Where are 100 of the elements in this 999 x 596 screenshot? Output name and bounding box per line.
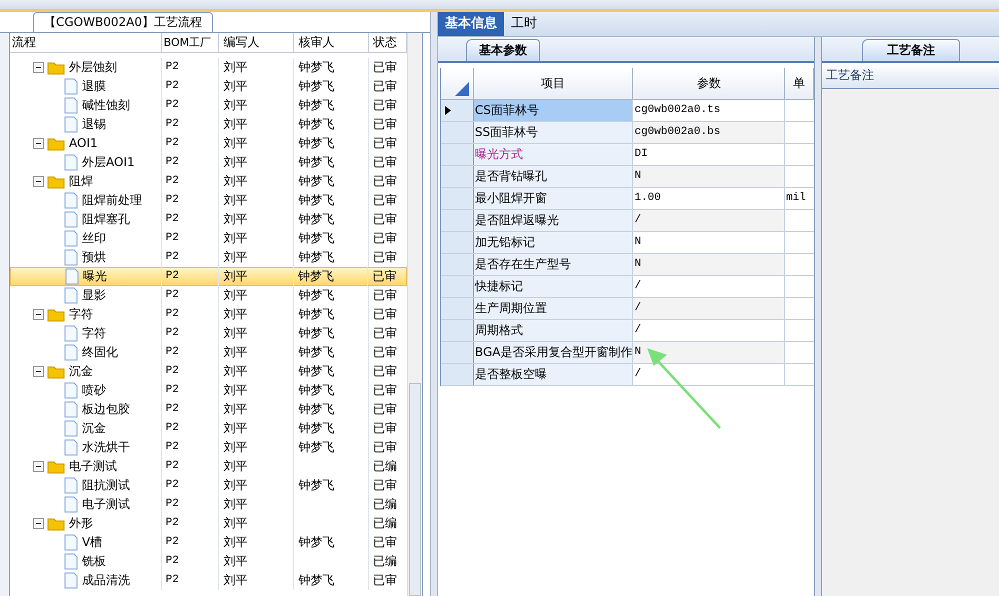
tree-row[interactable]: 电子测试 P2 刘平 已编	[10, 495, 407, 514]
table-cell: P2	[162, 305, 220, 324]
table-cell[interactable]: cg0wb002a0.ts	[633, 100, 786, 121]
table-cell-text: 已审	[372, 97, 398, 114]
table-cell: 刘平	[219, 210, 294, 229]
table-cell[interactable]: /	[633, 298, 786, 319]
table-cell: 刘平	[219, 172, 294, 191]
step-name: 阻焊前处理	[82, 192, 142, 209]
row-header[interactable]	[441, 100, 474, 121]
table-cell: 钟梦飞	[298, 98, 334, 112]
collapse-icon[interactable]	[33, 366, 44, 377]
step-name: 预烘	[82, 249, 106, 266]
tree-row[interactable]: 水洗烘干 P2 刘平 钟梦飞 已审	[10, 438, 407, 457]
collapse-icon[interactable]	[33, 461, 44, 472]
step-name: 成品清洗	[82, 572, 130, 589]
tree-row[interactable]: 铣板 P2 刘平 已编	[10, 552, 407, 571]
column-header[interactable]: 核审人	[294, 33, 370, 52]
tree-row[interactable]: 阻焊前处理 P2 刘平 钟梦飞 已审	[10, 191, 407, 210]
table-cell[interactable]: /	[633, 320, 786, 341]
table-cell-text: 已编	[372, 496, 398, 513]
tree-row[interactable]: 退膜 P2 刘平 钟梦飞 已审	[10, 77, 407, 96]
splitter[interactable]	[814, 37, 822, 596]
tree-row[interactable]: 字符 P2 刘平 钟梦飞 已审	[10, 305, 407, 324]
tab[interactable]: 工时	[504, 12, 544, 36]
column-header[interactable]: 参数	[633, 68, 786, 99]
table-cell: 刘平	[219, 191, 294, 210]
table-cell: 钟梦飞	[298, 288, 334, 302]
table-cell: 钟梦飞	[298, 440, 334, 454]
table-cell[interactable]: /	[633, 276, 786, 297]
tree-row[interactable]: 电子测试 P2 刘平 已编	[10, 457, 407, 476]
table-cell[interactable]: DI	[633, 144, 786, 165]
tree-row[interactable]: 碱性蚀刻 P2 刘平 钟梦飞 已审	[10, 96, 407, 115]
tree-row[interactable]: 显影 P2 刘平 钟梦飞 已审	[10, 286, 407, 305]
table-cell-text: 已编	[372, 515, 398, 532]
table-cell-text: 已审	[372, 116, 398, 133]
step-name: 板边包胶	[82, 401, 130, 418]
column-header[interactable]: 流程	[10, 33, 162, 52]
table-cell[interactable]: N	[633, 254, 786, 275]
document-icon	[64, 439, 78, 456]
table-cell: 刘平	[219, 305, 294, 324]
collapse-icon[interactable]	[33, 62, 44, 73]
collapse-icon[interactable]	[33, 518, 44, 529]
panel-tab[interactable]: 【CGOWB002A0】工艺流程	[33, 12, 213, 32]
table-cell[interactable]: /	[633, 210, 786, 231]
table-cell: 最小阻焊开窗	[474, 188, 634, 209]
table-cell[interactable]: 1.00	[633, 188, 786, 209]
collapsed-panel[interactable]	[0, 33, 10, 596]
table-cell-text: 已审	[372, 477, 398, 494]
panel-tab[interactable]: 工艺备注	[862, 39, 960, 61]
tree-row[interactable]: 沉金 P2 刘平 钟梦飞 已审	[10, 362, 407, 381]
tree-row[interactable]: 字符 P2 刘平 钟梦飞 已审	[10, 324, 407, 343]
current-row-icon	[445, 106, 451, 115]
table-cell[interactable]: N	[633, 232, 786, 253]
scrollbar[interactable]	[407, 33, 422, 596]
tree-row[interactable]: 喷砂 P2 刘平 钟梦飞 已审	[10, 381, 407, 400]
table-cell[interactable]: N	[633, 166, 786, 187]
folder-icon	[47, 516, 65, 530]
collapse-icon[interactable]	[33, 176, 44, 187]
table-cell: 是否存在生产型号	[474, 254, 634, 275]
table-cell[interactable]: cg0wb002a0.bs	[633, 122, 786, 143]
table-cell: P2	[162, 343, 220, 362]
tree-row[interactable]: AOI1 P2 刘平 钟梦飞 已审	[10, 134, 407, 153]
tree-row[interactable]: 外层AOI1 P2 刘平 钟梦飞 已审	[10, 153, 407, 172]
tree-row[interactable]: 板边包胶 P2 刘平 钟梦飞 已审	[10, 400, 407, 419]
tree-row[interactable]: 阻焊塞孔 P2 刘平 钟梦飞 已审	[10, 210, 407, 229]
table-cell-text: 已审	[372, 534, 398, 551]
tree-row[interactable]: 终固化 P2 刘平 钟梦飞 已审	[10, 343, 407, 362]
panel-tab[interactable]: 基本参数	[466, 39, 540, 61]
table-cell[interactable]: N	[633, 342, 786, 363]
tree-row[interactable]: 外层蚀刻 P2 刘平 钟梦飞 已审	[10, 58, 407, 77]
column-header[interactable]: 编写人	[219, 33, 294, 52]
table-cell: P2	[162, 362, 220, 381]
tree-row[interactable]: 沉金 P2 刘平 钟梦飞 已审	[10, 419, 407, 438]
document-icon	[64, 211, 78, 228]
tab[interactable]: 基本信息	[438, 12, 504, 36]
notes-header: 工艺备注	[822, 63, 999, 89]
tree-row[interactable]: 退锡 P2 刘平 钟梦飞 已审	[10, 115, 407, 134]
tree-row[interactable]: 阻焊 P2 刘平 钟梦飞 已审	[10, 172, 407, 191]
table-cell-text: 已编	[372, 458, 398, 475]
table-cell: 钟梦飞	[298, 478, 334, 492]
tree-row[interactable]: 阻抗测试 P2 刘平 钟梦飞 已审	[10, 476, 407, 495]
collapse-icon[interactable]	[33, 138, 44, 149]
table-cell: 钟梦飞	[298, 269, 334, 283]
tree-row[interactable]: 丝印 P2 刘平 钟梦飞 已审	[10, 229, 407, 248]
table-cell: 刘平	[219, 571, 294, 590]
collapse-icon[interactable]	[33, 309, 44, 320]
document-icon	[64, 249, 78, 266]
tree-row[interactable]: 外形 P2 刘平 已编	[10, 514, 407, 533]
table-cell-text: 已审	[372, 306, 398, 323]
tree-row[interactable]: 成品清洗 P2 刘平 钟梦飞 已审	[10, 571, 407, 590]
table-cell: 刘平	[219, 514, 294, 533]
document-icon	[64, 401, 78, 418]
table-cell-text: 已审	[372, 325, 398, 342]
tree-row[interactable]: V槽 P2 刘平 钟梦飞 已审	[10, 533, 407, 552]
table-cell-text: 已审	[372, 420, 398, 437]
column-header[interactable]: 项目	[474, 68, 634, 99]
column-header[interactable]: BOM工厂	[162, 33, 220, 52]
step-name: 沉金	[69, 363, 93, 380]
table-cell: 钟梦飞	[298, 402, 334, 416]
tree-row[interactable]: 曝光 P2 刘平 钟梦飞 已审	[10, 267, 407, 286]
